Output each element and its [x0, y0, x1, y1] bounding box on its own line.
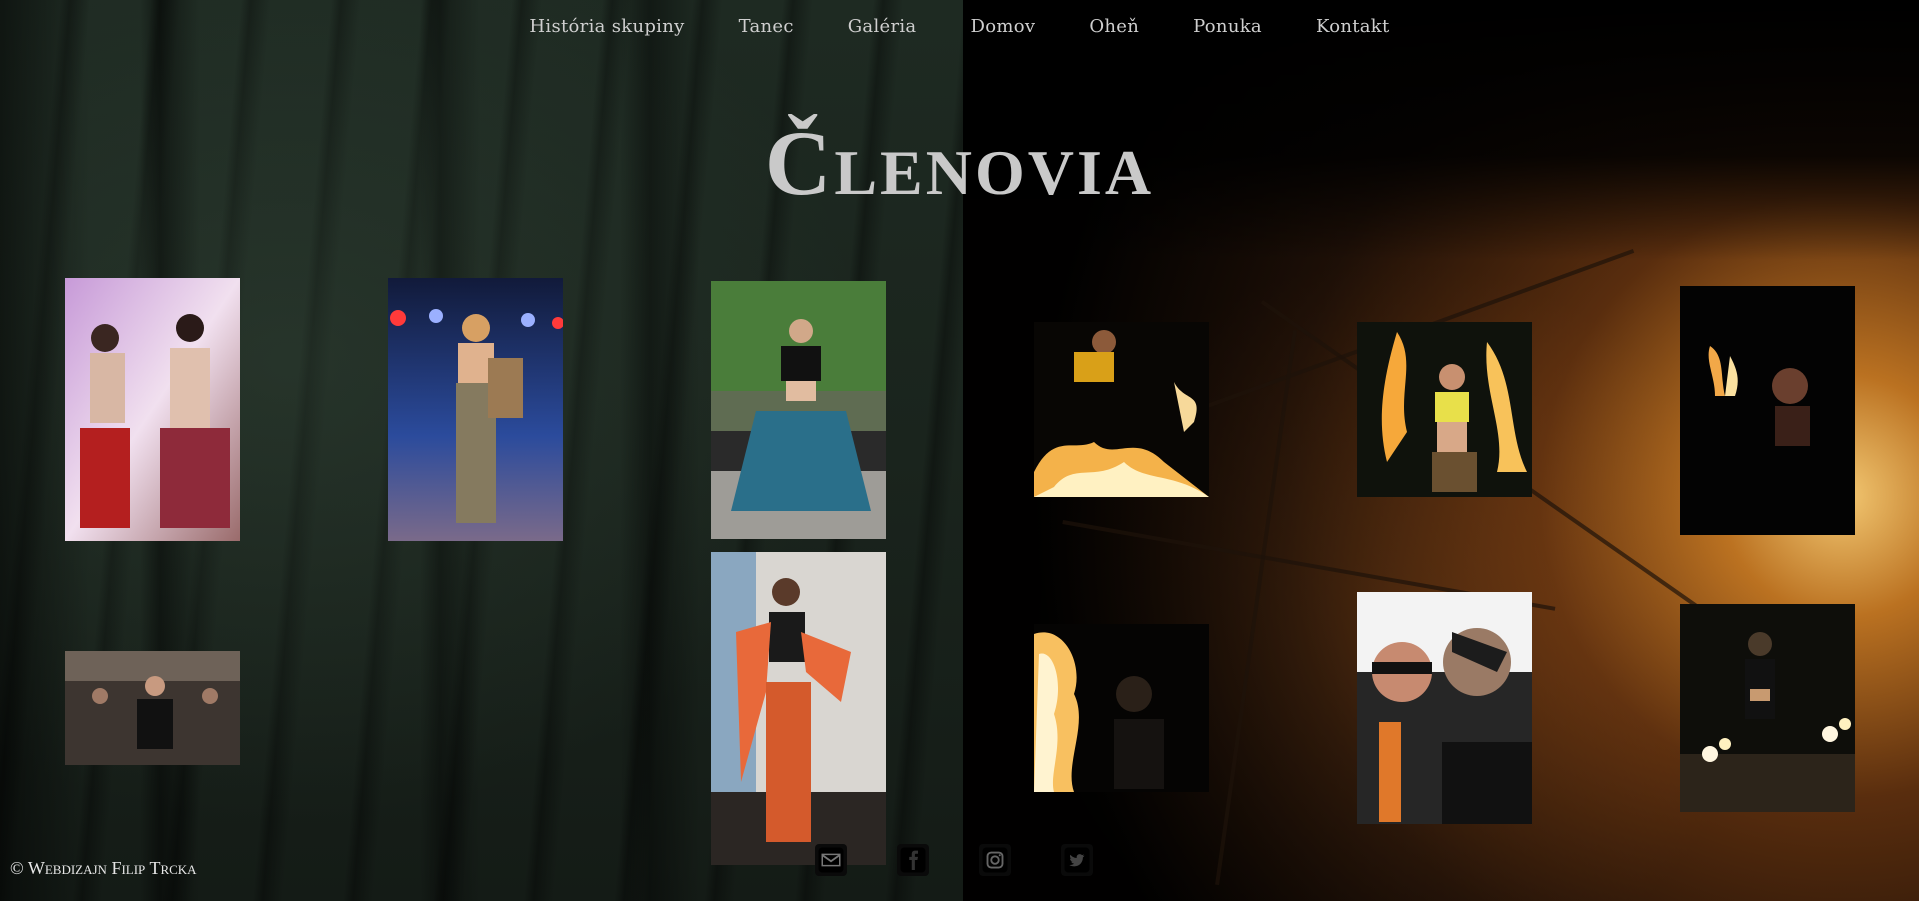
member-photo[interactable] [1680, 604, 1855, 812]
member-photo[interactable] [1357, 592, 1532, 824]
page-title: Členovia [764, 112, 1155, 214]
email-icon[interactable] [815, 844, 847, 876]
main-nav: História skupiny Tanec Galéria Domov Ohe… [0, 16, 1919, 37]
nav-kontakt[interactable]: Kontakt [1316, 16, 1390, 37]
member-photo[interactable] [65, 278, 240, 541]
member-photo[interactable] [1034, 624, 1209, 792]
nav-domov[interactable]: Domov [970, 16, 1035, 37]
copyright-text: © Webdizajn Filip Trcka [10, 858, 197, 878]
instagram-icon[interactable] [979, 844, 1011, 876]
member-photo[interactable] [1680, 286, 1855, 535]
nav-ohen[interactable]: Oheň [1089, 16, 1139, 37]
nav-tanec[interactable]: Tanec [739, 16, 794, 37]
member-photo[interactable] [1034, 322, 1209, 497]
nav-galeria[interactable]: Galéria [848, 16, 917, 37]
member-photo[interactable] [711, 552, 886, 865]
member-photo[interactable] [65, 651, 240, 765]
social-links [815, 844, 1093, 876]
nav-ponuka[interactable]: Ponuka [1193, 16, 1262, 37]
facebook-icon[interactable] [897, 844, 929, 876]
member-photo[interactable] [1357, 322, 1532, 497]
nav-historia[interactable]: História skupiny [529, 16, 684, 37]
member-photo[interactable] [388, 278, 563, 541]
twitter-icon[interactable] [1061, 844, 1093, 876]
member-photo[interactable] [711, 281, 886, 539]
